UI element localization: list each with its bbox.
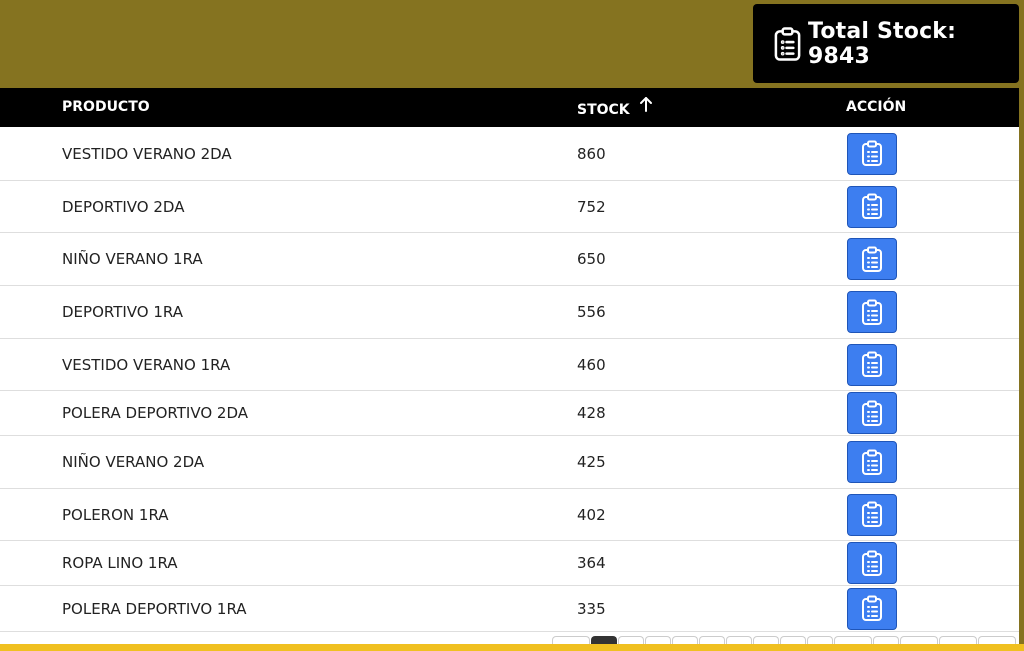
table-row: DEPORTIVO 2DA 752 xyxy=(0,181,1019,233)
arrow-up-icon[interactable] xyxy=(639,96,653,116)
clipboard-list-icon xyxy=(862,246,882,272)
view-detail-button[interactable] xyxy=(847,238,897,280)
table-row: NIÑO VERANO 1RA 650 xyxy=(0,233,1019,286)
view-detail-button[interactable] xyxy=(847,185,897,228)
table-row: DEPORTIVO 1RA 556 xyxy=(0,286,1019,339)
page: Total Stock: 9843 PRODUCTO STOCK ACCIÓN … xyxy=(0,0,1024,651)
view-detail-button[interactable] xyxy=(847,343,897,386)
table-body: VESTIDO VERANO 2DA 860 DEPORTIVO 2DA 752… xyxy=(0,127,1019,632)
cell-stock: 335 xyxy=(577,599,606,618)
column-header-stock[interactable]: STOCK xyxy=(577,102,630,118)
cell-stock: 428 xyxy=(577,404,606,422)
view-detail-button[interactable] xyxy=(847,132,897,175)
table-row: POLERA DEPORTIVO 2DA 428 xyxy=(0,391,1019,436)
cell-producto: ROPA LINO 1RA xyxy=(62,554,178,572)
table-row: NIÑO VERANO 2DA 425 xyxy=(0,436,1019,489)
table-row: VESTIDO VERANO 2DA 860 xyxy=(0,127,1019,181)
view-detail-button[interactable] xyxy=(847,291,897,333)
cell-producto: POLERON 1RA xyxy=(62,505,169,524)
table-row: POLERA DEPORTIVO 1RA 335 xyxy=(0,586,1019,632)
view-detail-button[interactable] xyxy=(847,542,897,584)
bottom-strip xyxy=(0,644,1024,651)
cell-stock: 364 xyxy=(577,554,606,572)
view-detail-button[interactable] xyxy=(847,493,897,536)
view-detail-button[interactable] xyxy=(847,441,897,483)
cell-producto: POLERA DEPORTIVO 1RA xyxy=(62,599,247,618)
column-header-accion: ACCIÓN xyxy=(846,99,907,115)
clipboard-list-icon xyxy=(862,595,882,621)
cell-producto: NIÑO VERANO 1RA xyxy=(62,250,203,268)
table-row: POLERON 1RA 402 xyxy=(0,489,1019,541)
cell-producto: DEPORTIVO 1RA xyxy=(62,303,183,321)
cell-producto: VESTIDO VERANO 1RA xyxy=(62,355,231,374)
clipboard-list-icon xyxy=(862,351,882,377)
clipboard-list-icon xyxy=(862,501,882,527)
cell-stock: 860 xyxy=(577,144,606,163)
cell-producto: NIÑO VERANO 2DA xyxy=(62,453,205,471)
clipboard-list-icon xyxy=(774,26,801,61)
clipboard-list-icon xyxy=(862,299,882,325)
cell-stock: 650 xyxy=(577,250,606,268)
cell-producto: POLERA DEPORTIVO 2DA xyxy=(62,404,248,422)
column-header-producto[interactable]: PRODUCTO xyxy=(62,99,150,115)
total-stock-label: Total Stock: 9843 xyxy=(808,18,957,69)
clipboard-list-icon xyxy=(862,193,882,219)
cell-stock: 402 xyxy=(577,505,606,524)
total-stock-card: Total Stock: 9843 xyxy=(753,4,1019,83)
cell-stock: 752 xyxy=(577,197,606,216)
clipboard-list-icon xyxy=(862,140,882,166)
cell-stock: 556 xyxy=(577,303,606,321)
view-detail-button[interactable] xyxy=(847,392,897,434)
table-header: PRODUCTO STOCK ACCIÓN xyxy=(0,88,1019,127)
clipboard-list-icon xyxy=(862,550,882,576)
table-row: VESTIDO VERANO 1RA 460 xyxy=(0,339,1019,391)
clipboard-list-icon xyxy=(862,449,882,475)
cell-stock: 425 xyxy=(577,453,606,471)
view-detail-button[interactable] xyxy=(847,587,897,630)
clipboard-list-icon xyxy=(862,400,882,426)
cell-producto: VESTIDO VERANO 2DA xyxy=(62,144,232,163)
right-edge xyxy=(1019,88,1024,644)
cell-stock: 460 xyxy=(577,355,606,374)
cell-producto: DEPORTIVO 2DA xyxy=(62,197,185,216)
table-row: ROPA LINO 1RA 364 xyxy=(0,541,1019,586)
